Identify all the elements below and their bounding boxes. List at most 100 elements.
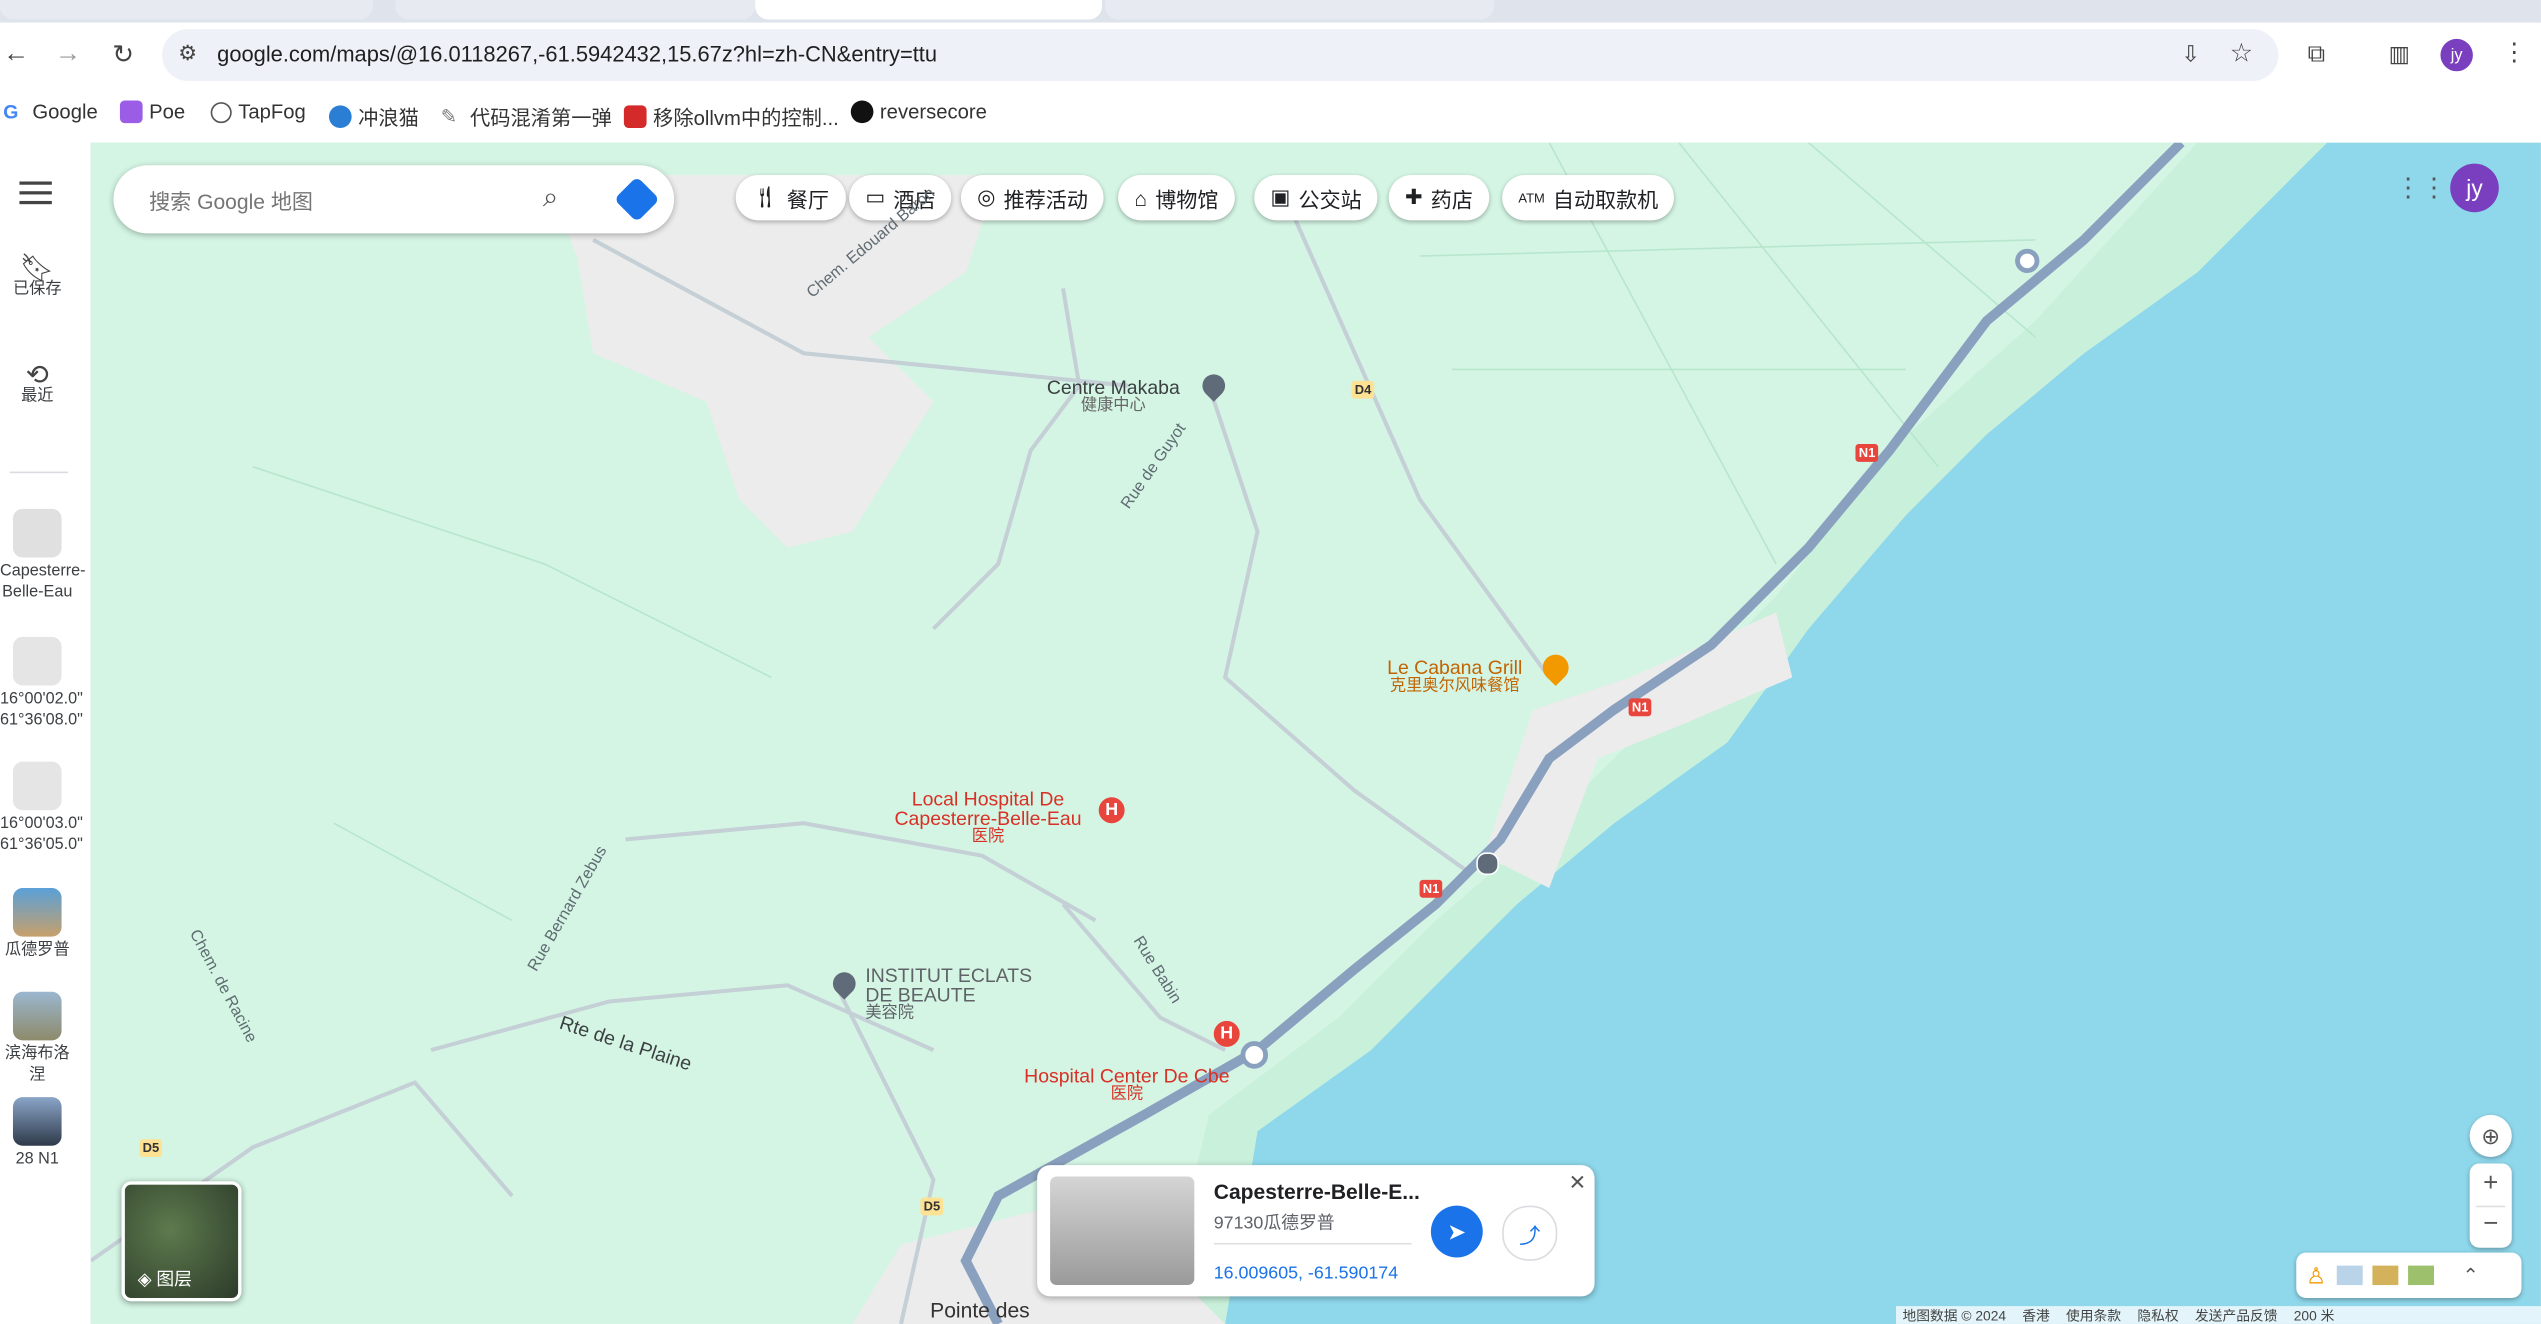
reload-icon[interactable]: ↻ [104,36,143,75]
recent-item[interactable]: 滨海布洛涅 [0,991,75,1086]
address-bar[interactable]: ⚙ google.com/maps/@16.0118267,-61.594243… [162,29,2279,82]
saved-button[interactable]: 🔖︎ 已保存 [0,252,75,300]
tab[interactable] [1105,0,1495,20]
bottom-toolbar: ♙ ⌃ [2296,1252,2522,1299]
google-icon: G [3,100,19,124]
place-label-pointe: Pointe des [930,1298,1030,1323]
place-thumbnail [12,1097,62,1146]
zoom-out-button[interactable]: − [2476,1205,2506,1248]
place-thumbnail [12,636,62,686]
search-input[interactable] [145,181,526,221]
crosshair-icon: ⊕ [2481,1122,2501,1149]
expand-icon[interactable]: ⌃ [2462,1264,2478,1287]
search-box[interactable]: ⌕ [113,165,675,234]
side-panel-icon[interactable]: ▥ [2389,41,2410,69]
divider [9,471,69,474]
profile-avatar[interactable]: jy [2440,38,2473,72]
imagery-thumb[interactable] [2407,1265,2434,1286]
forward-icon[interactable]: → [49,36,88,75]
directions-icon[interactable] [613,176,660,223]
divider [1213,1242,1412,1245]
scale-label[interactable]: 200 米 [2294,1305,2335,1324]
tab[interactable] [0,0,373,20]
chip-transit[interactable]: ▣ 公交站 [1254,175,1378,221]
route-shield-n1: N1 [1628,698,1652,717]
footer-terms[interactable]: 使用条款 [2066,1305,2121,1324]
menu-kebab-icon[interactable]: ⋮ [2502,37,2526,67]
fork-knife-icon: 🍴︎ [751,184,779,210]
search-icon[interactable]: ⌕ [543,181,558,213]
hamburger-icon[interactable] [19,181,52,205]
recent-item[interactable]: 瓜德罗普 [0,888,75,962]
bookmark-star-icon[interactable]: ☆ [2230,37,2253,69]
route-shield-n1: N1 [1855,444,1879,462]
site-icon [623,104,647,128]
map-canvas[interactable]: ⌕ 🍴︎餐厅 ▭酒店 ◎推荐活动 ⌂博物馆 ▣公交站 ✚药店 ATM自动取款机 … [90,142,2541,1324]
poi-centre-makaba[interactable]: Centre Makaba 健康中心 [1047,378,1180,417]
account-avatar[interactable]: jy [2450,163,2499,213]
camera-icon: ◎ [977,184,996,210]
footer-privacy[interactable]: 隐私权 [2137,1305,2178,1324]
chip-pharmacies[interactable]: ✚ 药店 [1388,175,1490,221]
chip-museums[interactable]: ⌂ 博物馆 [1118,175,1235,221]
map-footer: 地图数据 © 2024 香港 使用条款 隐私权 发送产品反馈 200 米 [1895,1305,2541,1324]
tab[interactable] [395,0,756,20]
chip-restaurants[interactable]: 🍴︎ 餐厅 [735,175,846,221]
close-icon[interactable]: ✕ [1569,1170,1587,1196]
bookmark-poe[interactable]: Poe [119,100,185,124]
place-title[interactable]: Capesterre-Belle-E... [1214,1180,1420,1204]
place-thumbnail [12,508,62,558]
bookmark-ollvm[interactable]: 移除ollvm中的控制... [623,100,839,131]
place-coordinates[interactable]: 16.009605, -61.590174 [1214,1264,1398,1283]
chip-atms[interactable]: ATM 自动取款机 [1502,175,1675,221]
bookmarks-bar: G Google Poe TapFog 冲浪猫 ✎ 代码混淆第一弹 移除ollvm中… [0,87,2541,145]
footer-feedback[interactable]: 发送产品反馈 [2195,1305,2278,1324]
bookmark-google[interactable]: G Google [3,100,97,123]
imagery-thumb[interactable] [2336,1265,2362,1286]
poi-institut-eclats[interactable]: INSTITUT ECLATS DE BEAUTE 美容院 [865,966,1032,1024]
poe-icon [119,100,143,124]
extensions-icon[interactable]: ⧉ [2308,41,2325,69]
footer-attribution: 地图数据 © 2024 [1902,1306,2007,1324]
route-shield-d5: D5 [139,1139,163,1158]
place-address: 97130瓜德罗普 [1213,1213,1335,1234]
pharmacy-icon: ✚ [1404,184,1423,210]
back-icon[interactable]: ← [0,36,36,75]
place-photo[interactable] [1050,1176,1195,1286]
layers-button[interactable]: ◈ 图层 [121,1181,242,1302]
bookmark-obfuscation[interactable]: ✎ 代码混淆第一弹 [441,100,612,131]
recent-item[interactable]: 28 N1 [0,1097,75,1171]
bookmark-icon: 🔖︎ [19,252,55,284]
poi-le-cabana-grill[interactable]: Le Cabana Grill 克里奥尔风味餐馆 [1387,658,1522,697]
bookmark-surfcat[interactable]: 冲浪猫 [328,100,419,131]
chip-things-to-do[interactable]: ◎ 推荐活动 [960,175,1105,221]
tab-strip [0,0,2541,23]
hospital-pin-icon[interactable]: H [1098,797,1125,824]
install-icon[interactable]: ⇩ [2181,41,2200,69]
zoom-in-button[interactable]: + [2483,1164,2498,1206]
poi-hospital-center[interactable]: Hospital Center De Cbe 医院 [1024,1066,1229,1105]
bed-icon: ▭ [865,184,886,210]
recent-item[interactable]: Capesterre- Belle-Eau [0,508,86,603]
wave-icon [328,104,352,128]
imagery-thumb[interactable] [2371,1265,2398,1286]
dropped-pin-icon[interactable] [1476,852,1499,876]
recent-item[interactable]: 16°00'03.0" 61°36'05.0" [0,761,83,856]
tab-active[interactable] [755,0,1102,20]
share-button[interactable]: ⤴ [1502,1205,1558,1261]
footer-region[interactable]: 香港 [2022,1305,2050,1324]
site-info-icon[interactable]: ⚙ [178,41,197,67]
recent-button[interactable]: ⟲ 最近 [0,359,75,407]
pegman-icon[interactable]: ♙ [2306,1262,2326,1290]
place-card[interactable]: Capesterre-Belle-E... 97130瓜德罗普 16.00960… [1037,1165,1595,1297]
history-icon: ⟲ [25,359,49,391]
bookmark-reversecore[interactable]: reversecore [850,100,987,124]
poi-local-hospital[interactable]: Local Hospital De Capesterre-Belle-Eau 医… [895,789,1082,847]
roundabout [2015,248,2040,274]
globe-icon [210,101,232,123]
my-location-button[interactable]: ⊕ [2469,1114,2512,1158]
recent-item[interactable]: 16°00'02.0" 61°36'08.0" [0,636,83,731]
hospital-pin-icon[interactable]: H [1213,1020,1240,1047]
bookmark-tapfog[interactable]: TapFog [210,100,306,123]
directions-button[interactable]: ➤ [1430,1205,1483,1258]
